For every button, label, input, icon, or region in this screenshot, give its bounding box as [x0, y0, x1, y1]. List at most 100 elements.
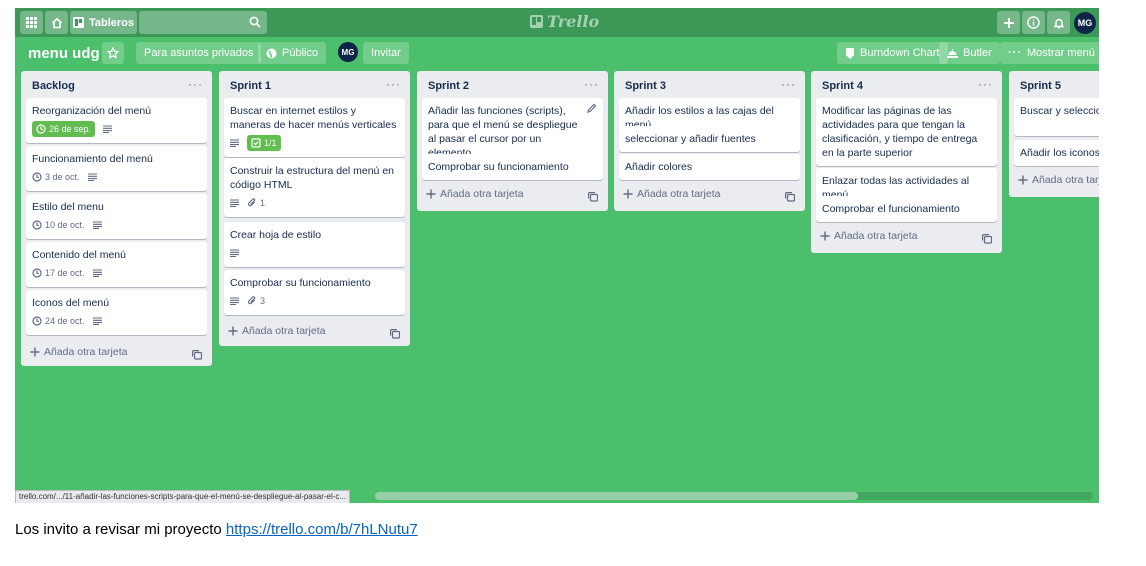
project-link[interactable]: https://trello.com/b/7hLNutu7 [226, 521, 418, 538]
list-title[interactable]: Backlog [32, 80, 75, 92]
card-template-button[interactable] [588, 189, 599, 207]
card-badges: 1 [230, 195, 399, 211]
list-title[interactable]: Sprint 4 [822, 80, 863, 92]
description-icon [230, 199, 239, 207]
card[interactable]: Modificar las páginas de las actividades… [816, 98, 997, 166]
butler-button[interactable]: Butler [939, 42, 1000, 64]
card[interactable]: Buscar y seleccionar actividades [1014, 98, 1099, 136]
list-5[interactable]: Sprint 4 ··· Modificar las páginas de las … [811, 71, 1002, 253]
card[interactable]: Comprobar su funcionamiento 3 [224, 270, 405, 315]
attachment-count: 1 [260, 198, 266, 208]
home-button[interactable] [45, 11, 68, 34]
add-card-button[interactable]: Añada otra tarjeta [623, 188, 720, 200]
add-card-button[interactable]: Añada otra tarjeta [30, 346, 127, 358]
checklist-count: 1/1 [264, 138, 277, 148]
more-icon: ··· [584, 77, 599, 91]
add-card-button[interactable]: Añada otra tarjeta [228, 325, 325, 337]
star-board-button[interactable] [102, 42, 124, 64]
card[interactable]: Contenido del menú 17 de oct. [26, 242, 207, 287]
show-menu-button[interactable]: ··· Mostrar menú [1000, 42, 1099, 64]
search-icon[interactable] [249, 16, 261, 28]
description-badge [230, 249, 239, 257]
card-template-button[interactable] [192, 347, 203, 365]
due-date-badge[interactable]: 10 de oct. [32, 218, 85, 232]
more-icon: ··· [1008, 47, 1022, 59]
list-title[interactable]: Sprint 1 [230, 80, 271, 92]
board-icon [72, 17, 84, 28]
list-1[interactable]: Backlog ··· Reorganización del menú 26 de s… [21, 71, 212, 366]
info-icon [1027, 16, 1040, 29]
trello-logo[interactable]: Trello [530, 12, 599, 31]
template-icon [192, 350, 203, 360]
create-button[interactable] [997, 11, 1020, 34]
boards-button[interactable]: Tableros [70, 11, 137, 34]
list-title[interactable]: Sprint 3 [625, 80, 666, 92]
card[interactable]: Añadir colores [619, 154, 800, 180]
more-icon: ··· [188, 77, 203, 91]
board-title[interactable]: menu udg [28, 45, 100, 62]
list-title[interactable]: Sprint 2 [428, 80, 469, 92]
search-box[interactable] [139, 11, 267, 34]
card[interactable]: Funcionamiento del menú 3 de oct. [26, 146, 207, 191]
card[interactable]: Estilo del menu 10 de oct. [26, 194, 207, 239]
card[interactable]: Crear hoja de estilo [224, 222, 405, 267]
card[interactable]: Añadir los iconos a [1014, 140, 1099, 166]
horizontal-scrollbar-thumb[interactable] [375, 492, 858, 500]
grid-icon [26, 17, 37, 28]
description-badge [230, 139, 239, 147]
list-4[interactable]: Sprint 3 ··· Añadir los estilos a las caja… [614, 71, 805, 211]
more-icon: ··· [978, 77, 993, 91]
card-title: Crear hoja de estilo [230, 229, 322, 241]
list-menu-button[interactable]: ··· [386, 77, 401, 91]
card-badges: 1/1 [230, 135, 399, 151]
list-menu-button[interactable]: ··· [978, 77, 993, 91]
add-card-button[interactable]: Añada otra tarjeta [426, 188, 523, 200]
due-date-badge[interactable]: 26 de sep. [32, 121, 96, 137]
card-template-button[interactable] [390, 326, 401, 344]
card[interactable]: seleccionar y añadir fuentes [619, 126, 800, 152]
description-badge [92, 317, 102, 325]
card[interactable]: Comprobar el funcionamiento [816, 196, 997, 222]
list-menu-button[interactable]: ··· [584, 77, 599, 91]
list-menu-button[interactable]: ··· [781, 77, 796, 91]
notifications-button[interactable] [1047, 11, 1070, 34]
attachment-badge: 3 [247, 294, 265, 308]
card-template-button[interactable] [982, 231, 993, 249]
card[interactable]: Reorganización del menú 26 de sep. [26, 98, 207, 143]
user-avatar[interactable]: MG [1074, 12, 1096, 34]
due-date-badge[interactable]: 3 de oct. [32, 170, 80, 184]
attachment-icon [248, 198, 256, 207]
edit-card-button[interactable] [587, 103, 597, 117]
card[interactable]: Construir la estructura del menú en códi… [224, 158, 405, 217]
burndown-label: Burndown Chart [860, 47, 940, 59]
description-icon [103, 125, 113, 133]
card-title: Estilo del menu [32, 201, 104, 213]
info-button[interactable] [1022, 11, 1045, 34]
list-2[interactable]: Sprint 1 ··· Buscar en internet estilos y … [219, 71, 410, 346]
invite-button[interactable]: Invitar [363, 42, 409, 64]
due-date-badge[interactable]: 24 de oct. [32, 314, 85, 328]
list-6[interactable]: Sprint 5···Buscar y seleccionar activida… [1009, 71, 1099, 197]
list-3[interactable]: Sprint 2 ··· Añadir las funciones (scripts… [417, 71, 608, 211]
member-avatar[interactable]: MG [338, 42, 358, 62]
card-template-button[interactable] [785, 189, 796, 207]
add-card-button[interactable]: Añada otra tarjeta [820, 230, 917, 242]
checklist-badge: 1/1 [247, 135, 281, 151]
search-input[interactable] [139, 11, 251, 34]
plus-icon [228, 326, 238, 336]
card-title: Reorganización del menú [32, 105, 152, 117]
description-icon [230, 249, 239, 257]
card[interactable]: Iconos del menú 24 de oct. [26, 290, 207, 335]
list-menu-button[interactable]: ··· [188, 77, 203, 91]
list-title[interactable]: Sprint 5 [1020, 80, 1061, 92]
card[interactable]: Buscar en internet estilos y maneras de … [224, 98, 405, 157]
team-visibility-button[interactable]: Para asuntos privados [136, 42, 262, 64]
card[interactable]: Comprobar su funcionamiento [422, 154, 603, 180]
burndown-chart-button[interactable]: Burndown Chart [837, 42, 948, 64]
description-badge [230, 199, 239, 207]
apps-menu-button[interactable] [20, 11, 43, 34]
due-date-badge[interactable]: 17 de oct. [32, 266, 85, 280]
add-card-button[interactable]: Añada otra tarjeta [1018, 174, 1099, 186]
caption-text: Los invito a revisar mi proyecto [15, 521, 226, 538]
visibility-button[interactable]: Público [258, 42, 327, 64]
